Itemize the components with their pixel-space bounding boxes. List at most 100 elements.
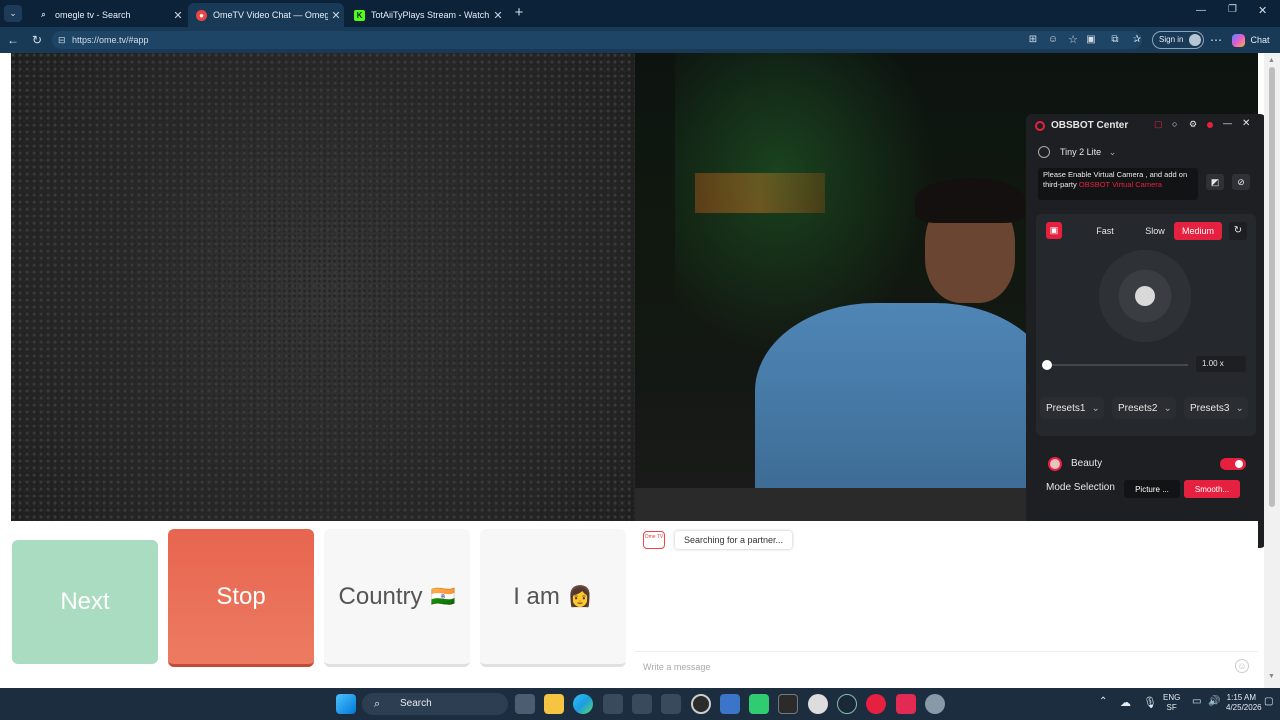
power-icon[interactable] (1038, 146, 1050, 158)
record-icon[interactable]: ○ (1172, 119, 1177, 129)
reset-icon[interactable]: ↻ (1229, 222, 1247, 240)
url-field[interactable]: ⊟ https://ome.tv/#app (52, 31, 1142, 49)
media-icon[interactable]: ▣ (1084, 27, 1098, 53)
message-placeholder: Write a message (643, 662, 711, 672)
back-button[interactable]: ← (4, 27, 22, 53)
volume-icon[interactable]: 🔊 (1208, 696, 1220, 707)
preset-1[interactable]: Presets1 ⌄ (1040, 397, 1104, 419)
site-info-icon[interactable]: ⊟ (58, 31, 66, 49)
app-f-icon[interactable] (632, 694, 652, 714)
clock[interactable]: 1:15 AM 4/25/2026 (1226, 693, 1262, 713)
favorites-bar-icon[interactable]: ✰ (1130, 27, 1144, 53)
virtual-camera-notice: Please Enable Virtual Camera , and add o… (1038, 168, 1198, 200)
split-screen-icon[interactable]: ⊞ (1026, 27, 1040, 53)
stop-button[interactable]: Stop (168, 529, 314, 667)
favorite-icon[interactable]: ☆ (1066, 27, 1080, 53)
speed-slow[interactable]: Slow (1132, 222, 1178, 240)
camera-off-icon[interactable]: ⊘ (1232, 174, 1250, 190)
preset-2[interactable]: Presets2 ⌄ (1112, 397, 1176, 419)
mode-smooth[interactable]: Smooth... (1184, 480, 1240, 498)
chevron-down-icon: ⌄ (1163, 402, 1172, 414)
notice-link[interactable]: OBSBOT Virtual Camera (1079, 180, 1162, 189)
file-explorer-icon[interactable] (544, 694, 564, 714)
pin-icon[interactable]: ▢ (1154, 119, 1163, 130)
terminal-icon[interactable] (778, 694, 798, 714)
scroll-thumb[interactable] (1269, 67, 1275, 507)
zoom-slider-thumb[interactable] (1042, 360, 1052, 370)
zoom-value[interactable]: 1.00 x (1196, 356, 1246, 372)
joystick-pad[interactable] (1099, 250, 1191, 342)
edge-icon[interactable] (573, 694, 593, 714)
speed-medium[interactable]: Medium (1174, 222, 1222, 240)
extensions-icon[interactable]: ⧉ (1108, 27, 1122, 53)
windows-start-icon[interactable] (336, 694, 356, 714)
joystick-knob[interactable] (1135, 286, 1155, 306)
tab-title: omegle tv - Search (55, 10, 131, 20)
chevron-down-icon: ⌄ (1091, 402, 1100, 414)
copilot-chat-button[interactable]: Chat (1232, 32, 1276, 48)
sign-in-button[interactable]: Sign in (1152, 31, 1204, 49)
scroll-down-icon[interactable]: ▼ (1268, 673, 1275, 680)
close-icon[interactable]: ✕ (328, 9, 344, 22)
app-a-icon[interactable] (603, 694, 623, 714)
emoji-icon[interactable]: ☺ (1235, 659, 1249, 673)
device-selector[interactable]: Tiny 2 Lite ⌄ (1060, 147, 1116, 158)
minimize-icon[interactable]: — (1223, 118, 1232, 128)
maximize-button[interactable]: ❐ (1228, 4, 1242, 15)
tab-title: OmeTV Video Chat — Omegle (213, 10, 328, 20)
obsbot-taskbar-icon[interactable] (866, 694, 886, 714)
tab-kick[interactable]: K TotAiiTyPlays Stream - Watch Live ✕ (346, 3, 506, 27)
next-button[interactable]: Next (12, 540, 158, 664)
page-scrollbar[interactable]: ▲ ▼ (1264, 53, 1280, 688)
store-icon[interactable] (720, 694, 740, 714)
minimize-button[interactable]: — (1196, 5, 1210, 16)
tab-search[interactable]: ⌕ omegle tv - Search ✕ (30, 3, 186, 27)
tiktok-icon[interactable] (896, 694, 916, 714)
more-icon[interactable]: ⋯ (1208, 27, 1224, 53)
gender-label: I am (513, 582, 560, 610)
obsbot-title: OBSBOT Center (1051, 120, 1129, 131)
taskbar-search[interactable]: ⌕ Search (362, 693, 508, 715)
message-input[interactable]: Write a message (635, 651, 1258, 681)
lock-icon[interactable]: ▣ (1046, 222, 1062, 239)
obs-icon[interactable] (691, 694, 711, 714)
url-text: https://ome.tv/#app (72, 35, 149, 45)
close-window-button[interactable]: ✕ (1258, 4, 1272, 17)
chat-area: Ome TV Searching for a partner... Write … (635, 521, 1258, 688)
tab-actions-button[interactable]: ⌄ (4, 5, 22, 22)
emoji-icon[interactable]: ☺ (1046, 27, 1060, 53)
task-view-icon[interactable] (515, 694, 535, 714)
toggle-knob (1235, 460, 1243, 468)
scroll-up-icon[interactable]: ▲ (1268, 57, 1275, 64)
microphone-icon[interactable]: 🎙 (1143, 696, 1157, 709)
india-flag-icon: 🇮🇳 (430, 586, 456, 608)
close-icon[interactable]: ✕ (170, 9, 186, 22)
searching-status-text: Searching for a partner... (684, 535, 784, 545)
ometv-logo-text: Ome TV (644, 534, 664, 540)
settings-icon[interactable] (925, 694, 945, 714)
ometv-page: OBSBOT Center ▢ ○ ⚙ — ✕ Tiny 2 Lite ⌄ Pl… (0, 53, 1280, 688)
steam-icon[interactable] (837, 694, 857, 714)
tab-ometv[interactable]: ● OmeTV Video Chat — Omegle ✕ (188, 3, 344, 27)
mode-picture[interactable]: Picture ... (1124, 480, 1180, 498)
app-y-icon[interactable] (661, 694, 681, 714)
notification-icon[interactable]: ▢ (1264, 696, 1273, 707)
snapshot-icon[interactable]: ◩ (1206, 174, 1224, 190)
refresh-button[interactable]: ↻ (28, 27, 46, 53)
onedrive-icon[interactable]: ☁ (1120, 696, 1131, 709)
speed-fast[interactable]: Fast (1082, 222, 1128, 240)
country-button[interactable]: Country 🇮🇳 (324, 529, 470, 667)
zoom-slider[interactable] (1042, 360, 1188, 370)
settings-icon[interactable]: ⚙ (1189, 119, 1197, 130)
gender-button[interactable]: I am 👩 (480, 529, 626, 667)
new-tab-button[interactable]: + (510, 3, 528, 23)
chatgpt-icon[interactable] (808, 694, 828, 714)
language-indicator[interactable]: ENG SF (1163, 693, 1180, 713)
beauty-toggle[interactable] (1220, 458, 1246, 470)
close-icon[interactable]: ✕ (490, 9, 506, 22)
preset-3[interactable]: Presets3 ⌄ (1184, 397, 1248, 419)
network-icon[interactable]: ▭ (1192, 696, 1201, 707)
discord-icon[interactable] (749, 694, 769, 714)
close-icon[interactable]: ✕ (1242, 118, 1250, 129)
tray-chevron-icon[interactable]: ⌃ (1099, 696, 1107, 707)
